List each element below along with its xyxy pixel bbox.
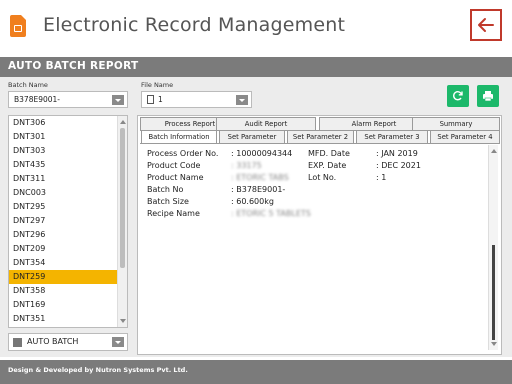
batch-name-value: B378E9001-	[14, 95, 60, 104]
list-item[interactable]: DNT303	[9, 144, 117, 158]
batch-no-label: Batch No	[147, 185, 184, 194]
tab-batch-information[interactable]: Batch Information	[141, 130, 217, 144]
mode-select[interactable]: AUTO BATCH	[8, 333, 128, 351]
list-item[interactable]: DNT169	[9, 298, 117, 312]
scroll-thumb[interactable]	[492, 245, 495, 340]
content-scrollbar[interactable]	[488, 145, 498, 350]
document-icon	[147, 95, 154, 104]
list-item[interactable]: DNT306	[9, 116, 117, 130]
list-item[interactable]: DNT297	[9, 214, 117, 228]
app-title: Electronic Record Management	[43, 14, 346, 36]
list-item[interactable]: DNC003	[9, 186, 117, 200]
list-item[interactable]: DNT351	[9, 312, 117, 326]
chevron-down-icon	[236, 95, 248, 105]
mfd-date-value: : JAN 2019	[376, 149, 418, 158]
process-order-label: Process Order No.	[147, 149, 219, 158]
footer-credit: Design & Developed by Nutron Systems Pvt…	[8, 366, 188, 374]
product-code-value: : 33175	[231, 161, 262, 170]
tab-audit-report[interactable]: Audit Report	[216, 117, 316, 131]
section-title: AUTO BATCH REPORT	[8, 60, 139, 72]
mfd-date-label: MFD. Date	[308, 149, 350, 158]
tab-set-parameter[interactable]: Set Parameter	[219, 130, 285, 144]
tab-summary[interactable]: Summary	[412, 117, 500, 131]
list-item[interactable]: DNT209	[9, 242, 117, 256]
chevron-down-icon	[112, 95, 124, 105]
recipe-name-value: : ETORIC 5 TABLETS	[231, 209, 311, 218]
scroll-thumb[interactable]	[120, 128, 125, 268]
batch-list[interactable]: DNT306 DNT301 DNT303 DNT435 DNT311 DNC00…	[8, 115, 128, 328]
refresh-icon	[453, 91, 463, 101]
exp-date-value: : DEC 2021	[376, 161, 421, 170]
process-order-value: : 10000094344	[231, 149, 293, 158]
mode-icon	[13, 338, 22, 347]
batch-name-label: Batch Name	[8, 81, 48, 89]
batch-size-value: : 60.600kg	[231, 197, 274, 206]
product-name-label: Product Name	[147, 173, 204, 182]
list-item[interactable]: DNT435	[9, 158, 117, 172]
tab-set-parameter-4[interactable]: Set Parameter 4	[430, 130, 500, 144]
app-logo-icon	[10, 15, 26, 37]
list-item[interactable]: DNT301	[9, 130, 117, 144]
scroll-down-icon[interactable]	[491, 342, 497, 346]
printer-icon	[483, 91, 493, 102]
product-name-value: : ETORIC TABS	[231, 173, 289, 182]
refresh-button[interactable]	[447, 85, 469, 107]
product-code-label: Product Code	[147, 161, 201, 170]
file-name-label: File Name	[141, 81, 174, 89]
list-item[interactable]: DNT295	[9, 200, 117, 214]
list-item[interactable]: DNT311	[9, 172, 117, 186]
mode-value: AUTO BATCH	[27, 337, 79, 346]
tab-set-parameter-2[interactable]: Set Parameter 2	[287, 130, 354, 144]
lot-no-label: Lot No.	[308, 173, 337, 182]
list-scrollbar[interactable]	[117, 116, 127, 327]
tab-set-parameter-3[interactable]: Set Parameter 3	[356, 130, 428, 144]
scroll-up-icon[interactable]	[491, 149, 497, 153]
app-header: Electronic Record Management	[0, 0, 512, 55]
section-band: AUTO BATCH REPORT	[0, 57, 512, 77]
scroll-up-icon[interactable]	[120, 120, 126, 124]
back-arrow-icon	[478, 18, 494, 32]
file-name-value: 1	[158, 95, 163, 104]
file-name-select[interactable]: 1	[141, 91, 252, 108]
scroll-down-icon[interactable]	[120, 319, 126, 323]
footer: Design & Developed by Nutron Systems Pvt…	[0, 360, 512, 384]
batch-size-label: Batch Size	[147, 197, 189, 206]
lot-no-value: : 1	[376, 173, 387, 182]
list-item[interactable]: DNT358	[9, 284, 117, 298]
list-item-selected[interactable]: DNT259	[9, 270, 117, 284]
list-item[interactable]: DNT296	[9, 228, 117, 242]
exp-date-label: EXP. Date	[308, 161, 347, 170]
print-button[interactable]	[477, 85, 499, 107]
back-button[interactable]	[470, 9, 502, 41]
batch-name-select[interactable]: B378E9001-	[8, 91, 128, 108]
batch-no-value: : B378E9001-	[231, 185, 286, 194]
recipe-name-label: Recipe Name	[147, 209, 200, 218]
list-item[interactable]: DNT354	[9, 256, 117, 270]
chevron-down-icon	[112, 337, 124, 347]
